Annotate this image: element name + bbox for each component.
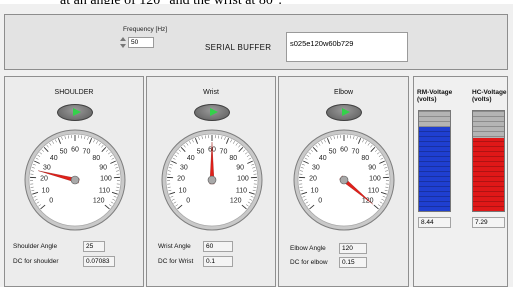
gauge-tick-label: 50 — [197, 149, 205, 156]
shoulder-dc-label: DC for shoulder — [13, 258, 59, 265]
hc-voltage-value: 7.29 — [472, 217, 505, 228]
shoulder-angle-value: 25 — [83, 241, 105, 252]
play-icon — [342, 108, 350, 116]
rm-voltage-label-line2: (volts) — [417, 96, 437, 103]
gauge-tick-label: 90 — [368, 164, 376, 171]
gauge-tick-label: 0 — [318, 197, 322, 204]
frequency-stepper[interactable] — [119, 36, 127, 50]
gauge-tick-label: 40 — [187, 155, 195, 162]
wrist-title: Wrist — [203, 89, 219, 96]
wrist-panel: Wrist 0 10 20 30 4050 60 7080 90 100 110 120 Wrist… — [146, 76, 276, 287]
gauge-tick-label: 90 — [236, 164, 244, 171]
hc-voltage-label: HC-Voltage (volts) — [472, 89, 507, 103]
gauge-tick-label: 120 — [230, 197, 242, 204]
hc-voltage-label-line1: HC-Voltage — [472, 89, 507, 96]
voltage-panel: RM-Voltage (volts) 8.44 HC-Voltage (volt… — [413, 76, 508, 287]
gauge-tick-label: 0 — [49, 197, 53, 204]
serial-buffer-label: SERIAL BUFFER — [205, 43, 272, 52]
shoulder-title: SHOULDER — [54, 89, 94, 96]
elbow-panel: Elbow 0 10 20 30 40 50 60 70 80 90 100 110 120 Elbow… — [278, 76, 409, 287]
wrist-dc-label: DC for Wrist — [158, 258, 194, 265]
stepper-down-arrow-icon[interactable] — [120, 44, 126, 48]
top-control-panel: Frequency [Hz] 50 SERIAL BUFFER s025e120… — [4, 14, 508, 70]
gauge-tick-label: 120 — [93, 197, 105, 204]
vi-front-panel: Frequency [Hz] 50 SERIAL BUFFER s025e120… — [0, 4, 513, 287]
gauge-tick-label: 100 — [237, 176, 249, 183]
gauge-tick-label: 80 — [361, 155, 369, 162]
gauge-tick-label: 70 — [352, 149, 360, 156]
gauge-tick-label: 20 — [177, 176, 185, 183]
rm-voltage-tank — [418, 110, 451, 212]
gauge-tick-label: 10 — [179, 187, 187, 194]
shoulder-led-indicator — [57, 104, 93, 121]
stepper-up-arrow-icon[interactable] — [120, 37, 126, 41]
gauge-tick-label: 90 — [99, 164, 107, 171]
elbow-led-indicator — [326, 104, 362, 121]
gauge-tick-label: 10 — [311, 187, 319, 194]
shoulder-angle-label: Shoulder Angle — [13, 243, 58, 250]
elbow-dc-label: DC for elbow — [290, 259, 328, 266]
play-icon — [73, 108, 81, 116]
gauge-tick-label: 40 — [319, 155, 327, 162]
gauge-tick-label: 80 — [229, 155, 237, 162]
gauge-tick-label: 20 — [309, 176, 317, 183]
elbow-angle-value: 120 — [339, 243, 367, 254]
gauge-tick-label: 110 — [368, 187, 379, 194]
gauge-tick-label: 110 — [99, 187, 110, 194]
gauge-tick-label: 30 — [312, 164, 320, 171]
gauge-needle-hub — [339, 175, 349, 185]
wrist-angle-value: 60 — [203, 241, 233, 252]
gauge-tick-label: 0 — [186, 197, 190, 204]
rm-voltage-value: 8.44 — [418, 217, 451, 228]
gauge-tick-label: 100 — [369, 176, 381, 183]
gauge-tick-label: 60 — [340, 147, 348, 154]
rm-voltage-label-line1: RM-Voltage — [417, 89, 453, 96]
elbow-gauge: 01020304050 60 708090100110120 — [293, 129, 395, 231]
gauge-needle-hub — [70, 175, 80, 185]
wrist-gauge: 0102030405060708090100110120 — [161, 129, 263, 231]
gauge-tick-label: 70 — [83, 149, 91, 156]
shoulder-dc-value: 0.07083 — [83, 256, 115, 267]
elbow-title: Elbow — [333, 89, 354, 96]
tank-scale-lines — [419, 111, 450, 211]
shoulder-gauge: 0 10 20 30 4050 60 7080 90 100 110 120 — [24, 129, 126, 231]
gauge-tick-label: 60 — [71, 147, 79, 154]
wrist-angle-label: Wrist Angle — [158, 243, 191, 250]
hc-voltage-label-line2: (volts) — [472, 96, 492, 103]
gauge-tick-label: 50 — [60, 149, 68, 156]
wrist-dc-value: 0.1 — [203, 256, 233, 267]
frequency-label: Frequency [Hz] — [123, 26, 168, 33]
gauge-tick-label: 10 — [42, 187, 50, 194]
elbow-angle-label: Elbow Angle — [290, 245, 326, 252]
serial-buffer-field[interactable]: s025e120w60b729 — [286, 32, 408, 62]
gauge-tick-label: 110 — [236, 187, 247, 194]
gauge-tick-label: 70 — [220, 149, 228, 156]
rm-voltage-label: RM-Voltage (volts) — [417, 89, 452, 103]
gauge-tick-label: 50 — [329, 149, 337, 156]
gauge-tick-label: 20 — [40, 176, 48, 183]
gauge-tick-label: 80 — [92, 155, 100, 162]
shoulder-panel: SHOULDER 0 10 20 30 40 50 60 70 80 90 100 110 120 Sh… — [4, 76, 144, 287]
gauge-tick-label: 30 — [180, 164, 188, 171]
gauge-tick-label: 100 — [100, 176, 112, 183]
tank-scale-lines — [473, 111, 504, 211]
wrist-led-indicator — [194, 104, 230, 121]
gauge-tick-label: 30 — [43, 164, 51, 171]
gauge-needle-hub — [207, 175, 217, 185]
elbow-dc-value: 0.15 — [339, 257, 367, 268]
play-icon — [210, 108, 218, 116]
hc-voltage-tank — [472, 110, 505, 212]
frequency-input[interactable]: 50 — [128, 37, 154, 48]
gauge-tick-label: 40 — [50, 155, 58, 162]
